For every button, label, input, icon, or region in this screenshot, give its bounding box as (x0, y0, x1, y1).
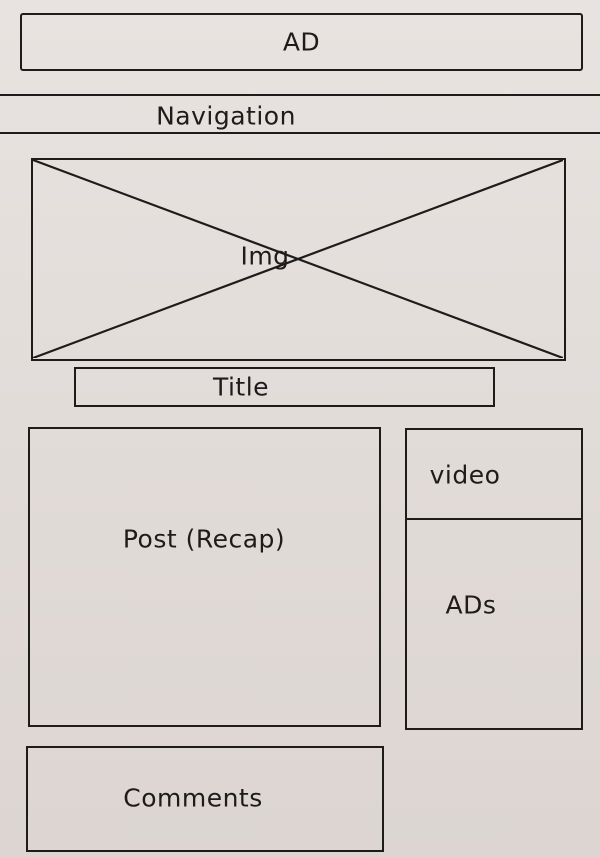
video-box: video (407, 430, 581, 520)
comments-label: Comments (123, 783, 263, 813)
ads-label: ADs (445, 590, 497, 620)
title-bar: Title (74, 367, 495, 407)
hero-image-placeholder: Img (31, 158, 566, 361)
image-cross-icon (33, 160, 563, 358)
post-label: Post (Recap) (122, 524, 286, 554)
title-label: Title (212, 372, 270, 402)
navigation-bottom-rule (0, 132, 600, 134)
ad-banner: AD (20, 13, 583, 71)
hero-image-label: Img (240, 241, 290, 271)
navigation-top-rule (0, 94, 600, 96)
comments-box: Comments (26, 746, 384, 852)
video-label: video (429, 460, 501, 490)
post-recap-box: Post (Recap) (28, 427, 381, 727)
sidebar: video ADs (405, 428, 583, 730)
navigation-label: Navigation (156, 101, 296, 131)
ad-banner-label: AD (282, 27, 321, 57)
